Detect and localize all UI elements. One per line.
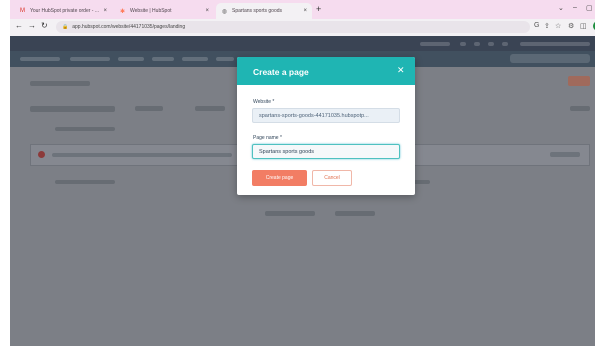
globe-icon: ◍ [221,8,228,15]
close-tab-icon[interactable]: × [303,8,307,14]
close-icon[interactable]: ✕ [397,66,405,75]
share-icon[interactable]: ⇪ [544,22,550,30]
url-text: app.hubspot.com/website/44171035/pages/l… [72,24,186,30]
forward-arrow-icon[interactable]: → [28,21,36,30]
tab-strip: M Your HubSpot private order - ... × ✱ W… [10,0,595,19]
website-value: spartans-sports-goods-44171035.hubspotp.… [259,112,369,119]
hubspot-create-button [568,76,590,86]
create-page-dialog: Create a page ✕ Website * spartans-sport… [237,57,415,195]
browser-tab-gmail[interactable]: M Your HubSpot private order - ... × [14,3,112,19]
sidepanel-icon[interactable]: ◫ [580,22,587,30]
page-name-input[interactable]: Spartans sports goods [252,144,400,159]
website-field[interactable]: spartans-sports-goods-44171035.hubspotp.… [252,108,400,123]
close-tab-icon[interactable]: × [103,8,107,14]
tab-title: Spartans sports goods [232,8,283,14]
close-tab-icon[interactable]: × [205,8,209,14]
create-page-button[interactable]: Create page [252,170,307,186]
new-tab-button[interactable]: + [316,4,321,14]
dialog-title: Create a page [253,67,309,77]
page-name-label: Page name * [253,135,282,141]
extensions-icon[interactable]: ⚙ [568,22,574,30]
bookmark-star-icon[interactable]: ☆ [555,22,561,30]
hubspot-search-input [510,54,590,63]
chevron-down-icon[interactable]: ⌄ [558,4,564,12]
reload-icon[interactable]: ↻ [41,21,48,30]
browser-tab-spartans[interactable]: ◍ Spartans sports goods × [216,3,312,19]
page-name-value: Spartans sports goods [259,148,315,155]
restore-icon[interactable]: ▢ [586,4,593,12]
alert-icon [38,151,45,158]
hubspot-top-bar [10,36,595,51]
minimize-icon[interactable]: – [573,4,577,11]
browser-tab-hubspot[interactable]: ✱ Website | HubSpot × [114,3,214,19]
hubspot-icon: ✱ [119,8,126,15]
translate-icon[interactable]: G [534,22,539,29]
browser-window: M Your HubSpot private order - ... × ✱ W… [10,0,595,346]
tab-title: Your HubSpot private order - ... [30,8,100,14]
cancel-button[interactable]: Cancel [312,170,352,186]
gmail-icon: M [20,8,25,14]
tab-title: Website | HubSpot [130,8,172,14]
website-label: Website * [253,99,275,105]
lock-icon: 🔒 [62,24,69,30]
address-bar[interactable]: 🔒 app.hubspot.com/website/44171035/pages… [56,21,530,33]
back-arrow-icon[interactable]: ← [15,21,23,30]
dialog-header: Create a page ✕ [237,57,415,85]
